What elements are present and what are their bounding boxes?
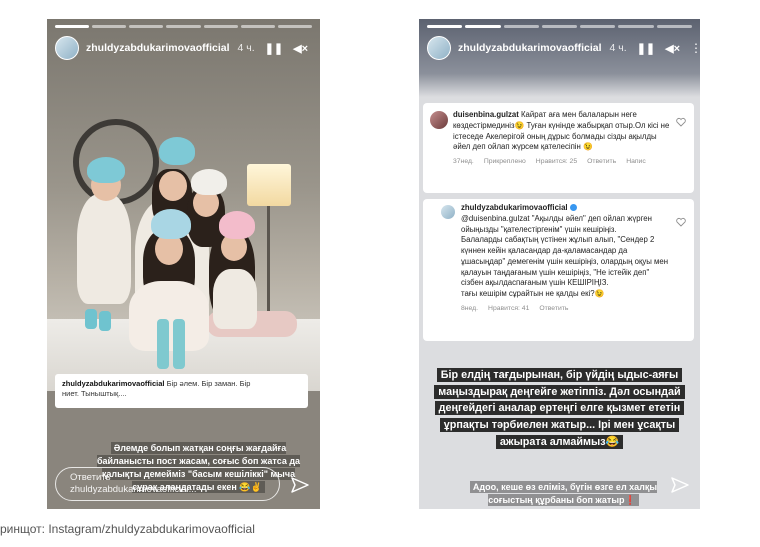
story-left[interactable]: zhuldyzabdukarimovaofficial 4 ч. ❚❚ ◀× ⋮…: [47, 19, 320, 509]
comment-pinned: Прикреплено: [483, 158, 526, 165]
story-progress: [427, 25, 692, 28]
comment-write-button[interactable]: Напис: [626, 157, 646, 166]
verified-icon: [569, 204, 577, 212]
comment-reply-button[interactable]: Ответить: [587, 157, 616, 166]
more-icon[interactable]: ⋮: [318, 41, 320, 55]
progress-segment: [166, 25, 201, 28]
sock: [99, 311, 111, 331]
sock: [85, 309, 97, 329]
comment-likes[interactable]: Нравится: 25: [536, 157, 577, 166]
hat: [159, 137, 195, 165]
comment-card-2: zhuldyzabdukarimovaofficial @duisenbina.…: [423, 199, 694, 341]
comment-username[interactable]: duisenbina.gulzat: [453, 110, 519, 119]
commenter-avatar[interactable]: [430, 111, 448, 129]
hat: [87, 157, 125, 183]
comment-reply-button[interactable]: Ответить: [539, 304, 568, 313]
comment-card-1: duisenbina.gulzat Кайрат аға мен балалар…: [423, 103, 694, 193]
story-progress: [55, 25, 312, 28]
progress-segment: [92, 25, 127, 28]
person-girl-front: [129, 281, 209, 351]
progress-segment: [277, 25, 312, 28]
progress-segment: [203, 25, 238, 28]
send-icon[interactable]: [290, 475, 310, 495]
progress-segment: [240, 25, 275, 28]
story-right[interactable]: zhuldyzabdukarimovaofficial 4 ч. ❚❚ ◀× ⋮…: [419, 19, 700, 509]
comment-likes[interactable]: Нравится: 41: [488, 304, 529, 313]
mute-icon[interactable]: ◀×: [293, 42, 308, 55]
story-header: zhuldyzabdukarimovaofficial 4 ч. ❚❚ ◀× ⋮: [427, 33, 700, 63]
heart-icon[interactable]: [676, 217, 686, 227]
progress-segment: [656, 25, 692, 28]
hat: [151, 209, 191, 239]
progress-segment: [55, 25, 90, 28]
comment-text: duisenbina.gulzat Кайрат аға мен балалар…: [453, 110, 672, 153]
story-text: Бір елдің тағдырынан, бір үйдің ыдыс-аяғ…: [434, 368, 685, 449]
story-age: 4 ч.: [237, 42, 255, 54]
person-boy: [77, 194, 131, 304]
story-photo: [47, 19, 320, 391]
reply-input[interactable]: Ответить zhuldyzabdukarimovaofficial...: [55, 467, 280, 501]
hat: [219, 211, 255, 239]
sock: [157, 319, 169, 369]
progress-segment: [129, 25, 164, 28]
story-age: 4 ч.: [609, 42, 627, 54]
progress-segment: [618, 25, 654, 28]
lamp: [247, 164, 291, 206]
comment-username[interactable]: zhuldyzabdukarimovaofficial: [461, 203, 568, 212]
progress-segment: [580, 25, 616, 28]
shared-post-card[interactable]: zhuldyzabdukarimovaofficial Бір әлем. Бі…: [55, 374, 308, 408]
hat: [191, 169, 227, 195]
comment-text: zhuldyzabdukarimovaofficial @duisenbina.…: [461, 203, 672, 300]
pause-icon[interactable]: ❚❚: [637, 42, 655, 55]
image-credit: ринщот: Instagram/zhuldyzabdukarimovaoff…: [0, 522, 255, 536]
story-username[interactable]: zhuldyzabdukarimovaofficial: [86, 42, 230, 54]
pause-icon[interactable]: ❚❚: [265, 42, 283, 55]
comment-meta: 37нед. Прикреплено Нравится: 25 Ответить…: [453, 157, 672, 166]
progress-segment: [503, 25, 539, 28]
progress-segment: [541, 25, 578, 28]
shared-post-user: zhuldyzabdukarimovaofficial: [62, 379, 165, 388]
heart-icon[interactable]: [676, 117, 686, 127]
story-text-block: Бір елдің тағдырынан, бір үйдің ыдыс-аяғ…: [427, 367, 692, 451]
commenter-avatar[interactable]: [441, 205, 455, 219]
mute-icon[interactable]: ◀×: [665, 42, 680, 55]
comment-meta: 8нед. Нравится: 41 Ответить: [461, 304, 672, 313]
comment-time: 37нед.: [453, 158, 474, 165]
comment-body: @duisenbina.gulzat "Ақылды әйел" деп ойл…: [461, 213, 669, 298]
progress-segment: [427, 25, 463, 28]
avatar[interactable]: [55, 36, 79, 60]
avatar[interactable]: [427, 36, 451, 60]
progress-segment: [465, 25, 501, 28]
sock: [173, 319, 185, 369]
face: [159, 171, 187, 201]
story-header: zhuldyzabdukarimovaofficial 4 ч. ❚❚ ◀× ⋮: [55, 33, 320, 63]
story-overlay-text: Адоо, кеше өз еліміз, бүгін өзге ел халқ…: [435, 481, 692, 507]
comment-time: 8нед.: [461, 304, 479, 312]
lamp-pole: [267, 206, 270, 316]
overlay-text-line: Адоо, кеше өз еліміз, бүгін өзге ел халқ…: [469, 481, 658, 507]
person-girl-right: [213, 269, 257, 329]
story-username[interactable]: zhuldyzabdukarimovaofficial: [458, 42, 602, 54]
more-icon[interactable]: ⋮: [690, 41, 700, 55]
send-icon[interactable]: [670, 475, 690, 495]
